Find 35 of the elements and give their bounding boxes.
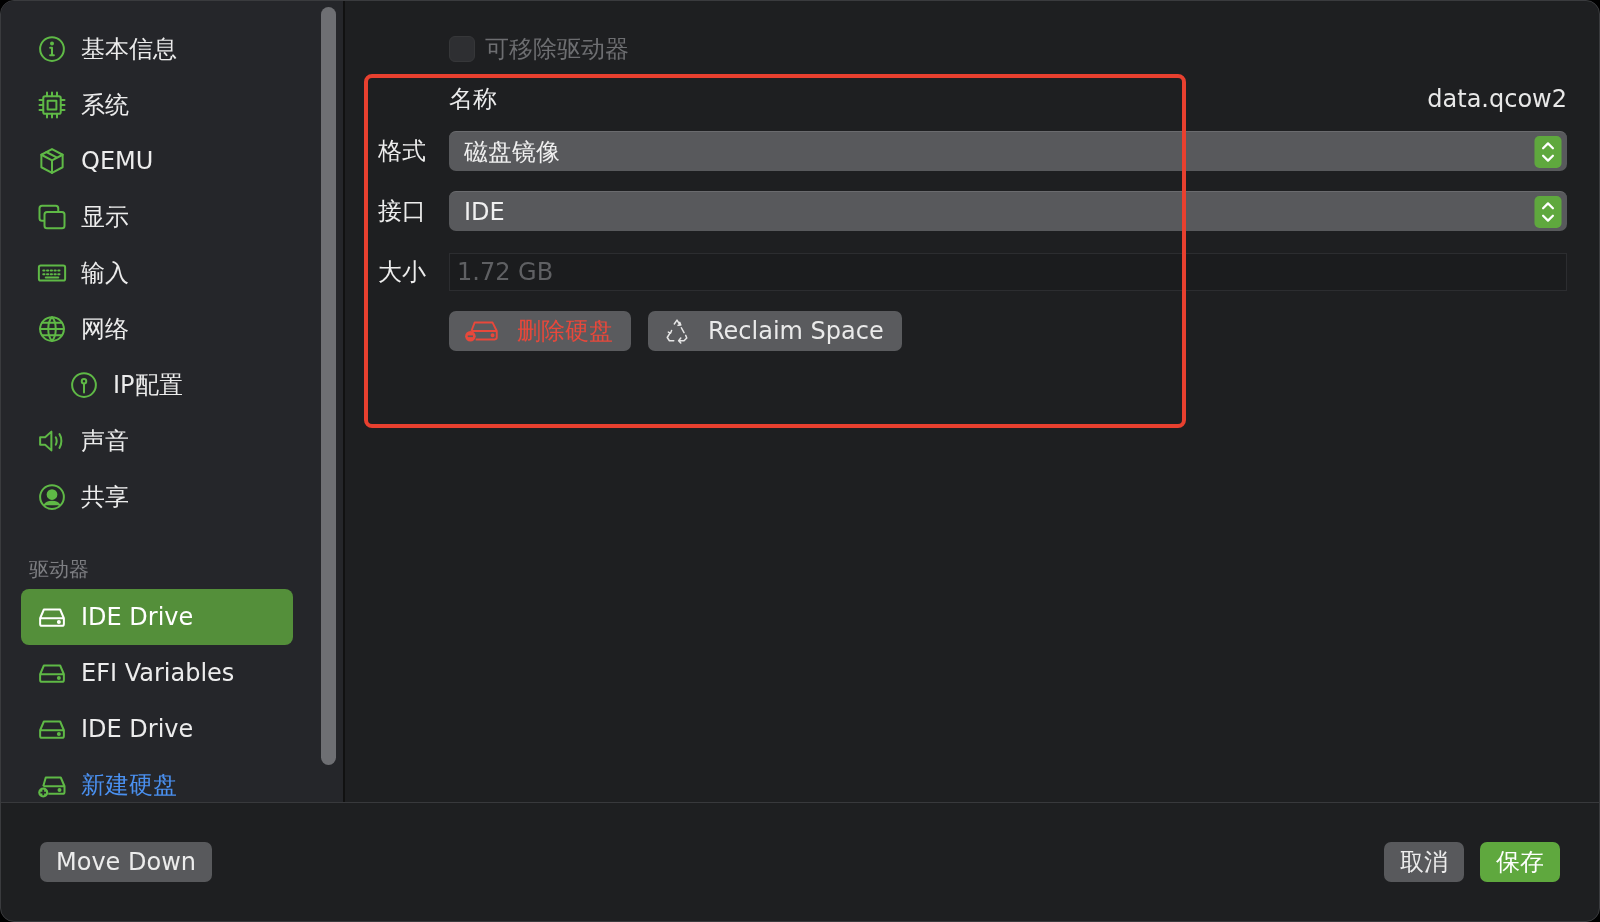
field-label: 大小 (378, 257, 427, 288)
info-icon (37, 34, 67, 64)
globe-icon (37, 314, 67, 344)
chip-icon (37, 90, 67, 120)
checkbox-label: 可移除驱动器 (485, 34, 629, 65)
field-label: 名称 (449, 84, 497, 115)
sidebar-item[interactable]: 基本信息 (21, 21, 293, 77)
sidebar-item[interactable]: QEMU (21, 133, 293, 189)
reclaim-button[interactable]: Reclaim Space (648, 311, 902, 351)
section-title: 驱动器 (29, 556, 89, 583)
person-icon (37, 482, 67, 512)
move-down-button[interactable]: Move Down (40, 842, 212, 882)
sidebar-item[interactable]: 输入 (21, 245, 293, 301)
name-value: data.qcow2 (1427, 85, 1567, 113)
sidebar-item[interactable]: 声音 (21, 413, 293, 469)
sidebar-item[interactable]: 网络 (21, 301, 293, 357)
sidebar-item[interactable]: EFI Variables (21, 645, 293, 701)
sidebar-item[interactable]: IP配置 (21, 357, 293, 413)
scrollbar[interactable] (321, 7, 336, 765)
sidebar-item[interactable]: 系统 (21, 77, 293, 133)
field-label: 接口 (378, 196, 427, 227)
sidebar-item[interactable]: 共享 (21, 469, 293, 525)
cube-icon (37, 146, 67, 176)
new-drive-link[interactable]: 新建硬盘 (21, 757, 293, 802)
sidebar-item[interactable]: IDE Drive (21, 589, 293, 645)
field-label: 格式 (378, 136, 427, 167)
dropdown[interactable]: IDE (449, 191, 1567, 231)
sidebar-item[interactable]: 显示 (21, 189, 293, 245)
pin-icon (69, 370, 99, 400)
windows-icon (37, 202, 67, 232)
chevron-up-down-icon (1533, 135, 1563, 168)
cancel-button[interactable]: 取消 (1384, 842, 1464, 882)
chevron-up-down-icon (1533, 195, 1563, 228)
sidebar-item[interactable]: IDE Drive (21, 701, 293, 757)
dropdown[interactable]: 磁盘镜像 (449, 131, 1567, 171)
